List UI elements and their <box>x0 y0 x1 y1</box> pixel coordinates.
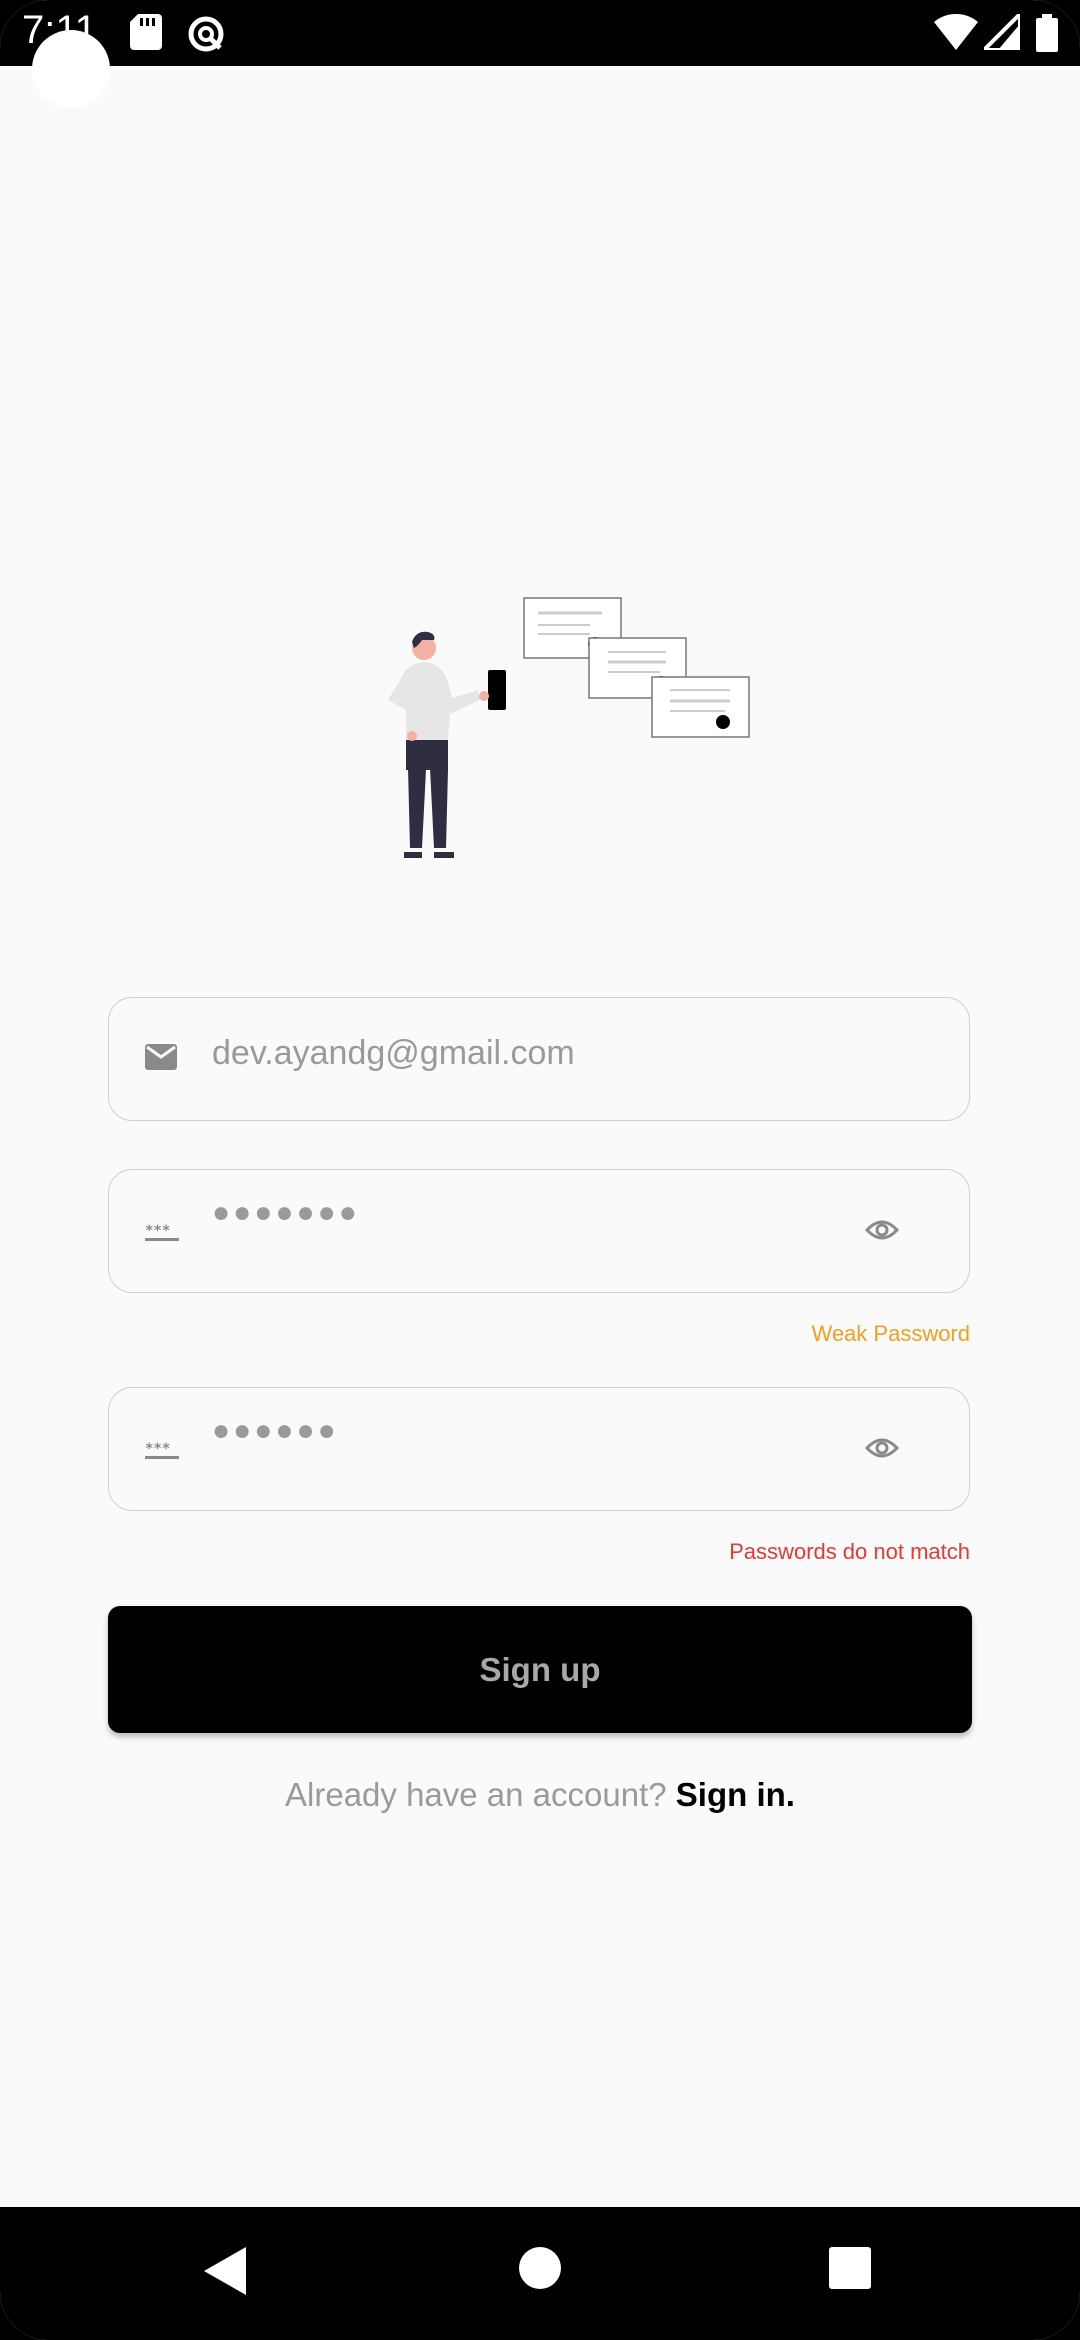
password-mismatch-helper: Passwords do not match <box>729 1539 970 1564</box>
wifi-icon <box>934 13 978 55</box>
svg-text:***: *** <box>145 1442 170 1457</box>
signin-row: Already have an account? Sign in. <box>0 1776 1080 1814</box>
confirm-password-field[interactable]: *** ●●●●●● <box>108 1387 970 1511</box>
home-icon[interactable] <box>519 2247 561 2294</box>
email-value: dev.ayandg@gmail.com <box>212 1034 575 1072</box>
email-field[interactable]: dev.ayandg@gmail.com <box>108 997 970 1121</box>
svg-text:***: *** <box>145 1224 170 1239</box>
password-masked-value: ●●●●●●● <box>212 1196 360 1229</box>
eye-icon[interactable] <box>864 1436 900 1465</box>
signin-link[interactable]: Sign in. <box>676 1776 795 1813</box>
password-field[interactable]: *** ●●●●●●● <box>108 1169 970 1293</box>
person-figure <box>388 631 506 858</box>
signin-prompt: Already have an account? <box>285 1776 667 1813</box>
signup-screen: 7:11 dev.ayandg@gmail.com *** ●●●●●●● We… <box>0 0 1080 2340</box>
data-saver-icon <box>186 14 226 59</box>
status-bar: 7:11 <box>0 0 1080 66</box>
password-icon: *** <box>145 1441 179 1465</box>
mail-icon <box>145 1044 177 1075</box>
confirm-password-masked-value: ●●●●●● <box>212 1414 339 1447</box>
password-icon: *** <box>145 1223 179 1247</box>
person-with-phone-and-cards-illustration <box>360 590 760 860</box>
back-icon[interactable] <box>204 2247 246 2300</box>
signal-icon <box>979 9 1022 55</box>
signup-button[interactable]: Sign up <box>108 1606 972 1733</box>
message-card-3 <box>651 676 750 738</box>
navigation-bar <box>0 2207 1080 2340</box>
battery-icon <box>1034 14 1060 57</box>
camera-cutout <box>32 30 110 108</box>
eye-icon[interactable] <box>864 1218 900 1247</box>
recents-icon[interactable] <box>829 2247 871 2294</box>
sd-card-icon <box>130 14 162 55</box>
password-strength-helper: Weak Password <box>811 1321 970 1346</box>
